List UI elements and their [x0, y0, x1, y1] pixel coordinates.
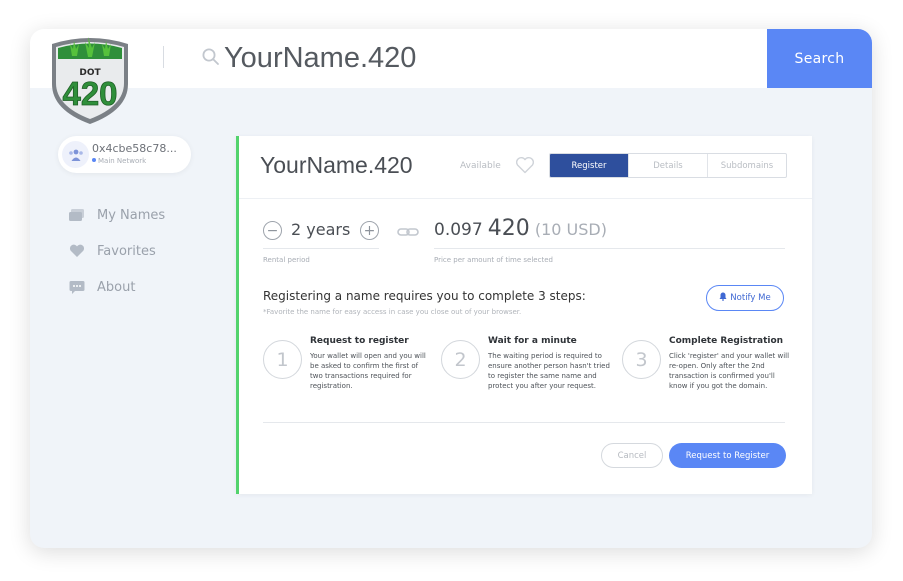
account-pill[interactable]: 0x4cbe58c78... Main Network — [58, 136, 191, 173]
sidebar-item-label: My Names — [97, 207, 166, 223]
domain-title: YourName.420 — [260, 152, 413, 178]
wallet-address: 0x4cbe58c78... — [92, 142, 177, 155]
cards-icon — [68, 206, 86, 224]
sidebar-item-my-names[interactable]: My Names — [68, 204, 165, 226]
step-title: Request to register — [310, 336, 409, 346]
bell-icon — [719, 292, 727, 304]
link-icon — [397, 224, 419, 238]
network-dot-icon — [92, 158, 96, 162]
notify-me-button[interactable]: Notify Me — [706, 285, 784, 311]
step-description: Your wallet will open and you will be as… — [310, 352, 426, 390]
header-divider — [163, 46, 164, 68]
chat-bubble-icon — [68, 278, 86, 296]
price-usd: (10 USD) — [534, 220, 607, 239]
logo-text-main: 420 — [62, 75, 117, 112]
sidebar-item-about[interactable]: About — [68, 276, 135, 298]
availability-status: Available — [460, 161, 501, 171]
price-eth-prefix: 0.097 — [434, 220, 483, 240]
steps-note: *Favorite the name for easy access in ca… — [263, 308, 522, 316]
search-input[interactable] — [224, 37, 744, 79]
rental-duration: 2 years — [291, 220, 351, 239]
dot420-logo: DOT 420 — [44, 32, 136, 126]
increase-duration-button[interactable]: + — [360, 221, 379, 240]
step-title: Complete Registration — [669, 336, 784, 346]
request-to-register-button[interactable]: Request to Register — [669, 443, 786, 468]
sidebar-item-label: Favorites — [97, 243, 156, 259]
plus-icon: + — [363, 222, 376, 239]
price-eth-main: 420 — [487, 216, 530, 241]
sidebar-item-favorites[interactable]: Favorites — [68, 240, 156, 262]
price-display: 0.097 420 (10 USD) — [434, 216, 607, 241]
step-number: 3 — [622, 340, 661, 379]
notify-me-label: Notify Me — [730, 293, 771, 303]
step-description: The waiting period is required to ensure… — [488, 352, 610, 390]
tab-register[interactable]: Register — [550, 154, 628, 177]
wallet-avatar-icon — [62, 141, 89, 168]
price-underline — [434, 248, 785, 249]
step-number: 1 — [263, 340, 302, 379]
domain-tabs: Register Details Subdomains — [549, 153, 787, 178]
step-number: 2 — [441, 340, 480, 379]
tab-subdomains[interactable]: Subdomains — [707, 154, 786, 177]
network-status: Main Network — [92, 157, 146, 165]
heart-icon — [68, 242, 86, 260]
sidebar-item-label: About — [97, 279, 136, 295]
steps-heading: Registering a name requires you to compl… — [263, 289, 586, 303]
rental-underline — [263, 248, 379, 249]
cancel-button[interactable]: Cancel — [601, 443, 663, 468]
rental-period-label: Rental period — [263, 256, 310, 264]
top-bar: Search — [30, 29, 872, 88]
domain-card-header: YourName.420 Available Register Details … — [239, 136, 812, 199]
minus-icon: − — [266, 222, 279, 239]
decrease-duration-button[interactable]: − — [263, 221, 282, 240]
network-label: Main Network — [98, 157, 147, 165]
tab-details[interactable]: Details — [628, 154, 707, 177]
favorite-heart-icon[interactable] — [515, 156, 535, 174]
actions-divider — [263, 422, 785, 423]
app-window: Search DOT 420 0x4cbe58c78... Main — [30, 29, 872, 548]
step-title: Wait for a minute — [488, 336, 577, 346]
search-icon — [201, 47, 221, 67]
price-label: Price per amount of time selected — [434, 256, 553, 264]
step-description: Click 'register' and your wallet will re… — [669, 352, 790, 390]
search-button[interactable]: Search — [767, 29, 872, 88]
domain-card: YourName.420 Available Register Details … — [236, 136, 812, 494]
